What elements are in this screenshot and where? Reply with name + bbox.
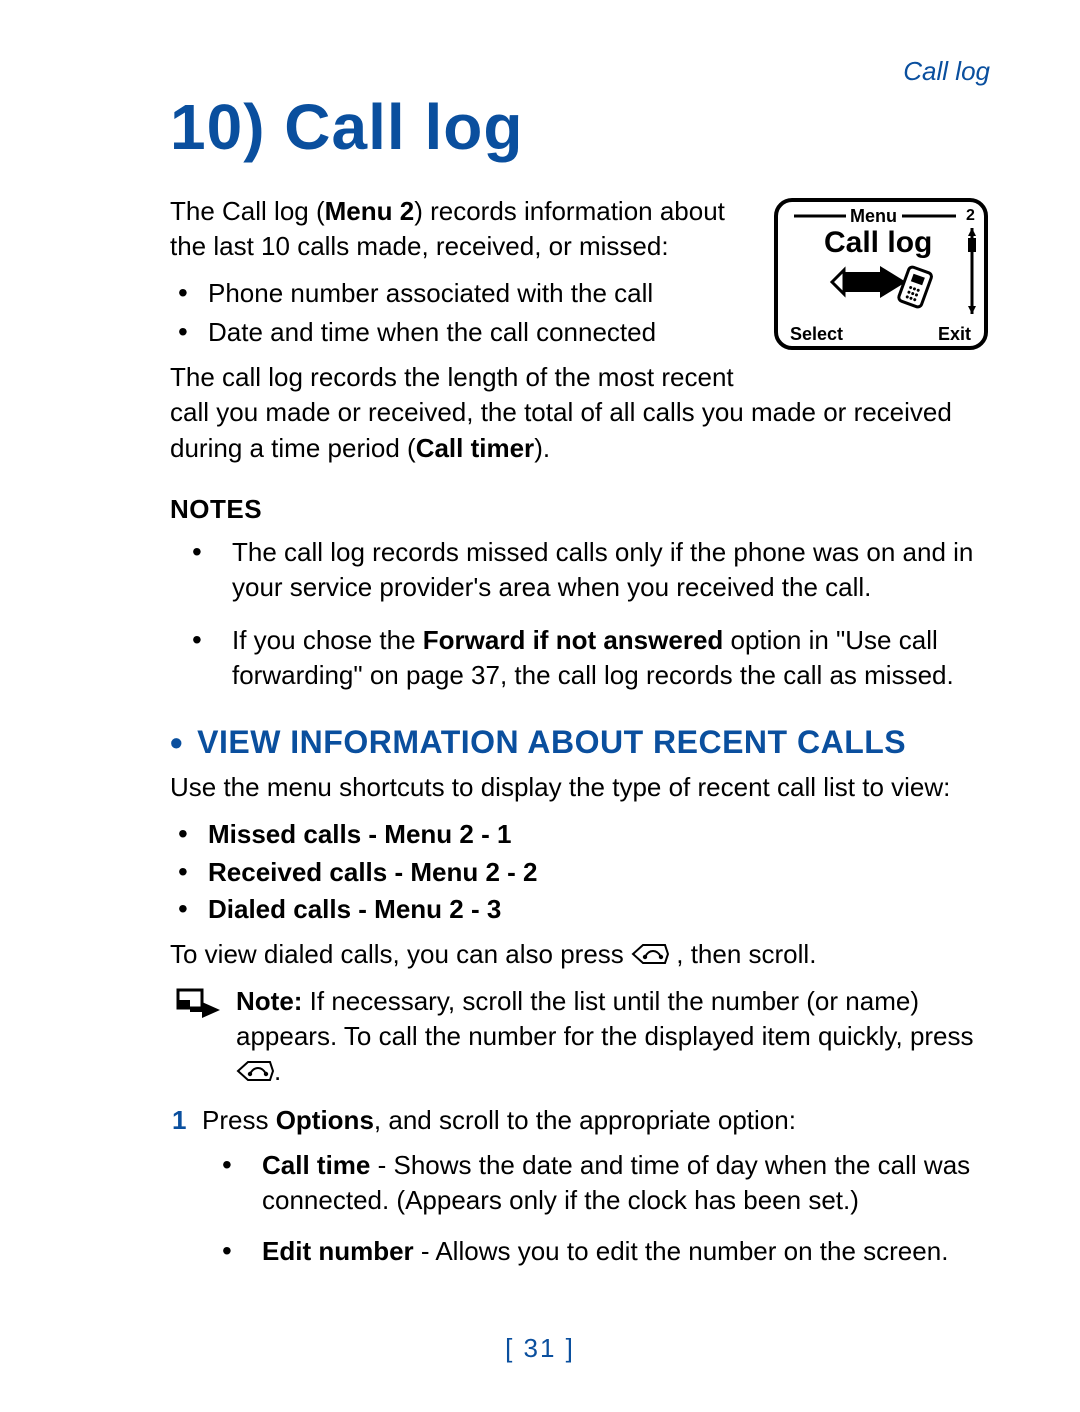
step-text-pre: Press — [202, 1105, 276, 1135]
list-item: Call time - Shows the date and time of d… — [262, 1148, 990, 1218]
chapter-title: 10) Call log — [170, 90, 990, 164]
body-content: Menu 2 Call log — [170, 194, 990, 1269]
after-post: , then scroll. — [676, 939, 816, 969]
option-name: Call time — [262, 1150, 370, 1180]
steps-list: 1 Press Options, and scroll to the appro… — [170, 1103, 990, 1138]
step-text-post: , and scroll to the appropriate option: — [374, 1105, 796, 1135]
bullet-text: Phone number associated with the call — [208, 278, 653, 308]
option-desc: - Allows you to edit the number on the s… — [414, 1236, 949, 1266]
menu-item-text: Missed calls - Menu 2 - 1 — [208, 819, 511, 849]
notes-label: NOTES — [170, 492, 990, 527]
after-menus-paragraph: To view dialed calls, you can also press… — [170, 937, 990, 972]
intro-p2-post: ). — [534, 433, 550, 463]
note-label: Note: — [236, 986, 302, 1016]
notes-list: The call log records missed calls only i… — [170, 535, 990, 693]
after-pre: To view dialed calls, you can also press — [170, 939, 631, 969]
call-key-icon — [236, 1060, 274, 1082]
list-item: If you chose the Forward if not answered… — [232, 623, 990, 693]
section-heading-view-recent-calls: • VIEW INFORMATION ABOUT RECENT CALLS — [170, 721, 990, 764]
bullet-text: Date and time when the call connected — [208, 317, 656, 347]
note-body-pre: If necessary, scroll the list until the … — [236, 986, 974, 1051]
note-arrow-icon — [176, 988, 220, 1089]
step-number: 1 — [172, 1103, 186, 1138]
section-heading-text: VIEW INFORMATION ABOUT RECENT CALLS — [197, 721, 906, 764]
list-item: The call log records missed calls only i… — [232, 535, 990, 605]
menu-item-text: Dialed calls - Menu 2 - 3 — [208, 894, 501, 924]
intro-p2-bold: Call timer — [416, 433, 535, 463]
option-name: Edit number — [262, 1236, 414, 1266]
phone-menu-label: Menu — [850, 206, 897, 226]
section-intro: Use the menu shortcuts to display the ty… — [170, 770, 990, 805]
list-item: Edit number - Allows you to edit the num… — [262, 1234, 990, 1269]
note-body-post: . — [274, 1056, 281, 1086]
intro-paragraph-2: The call log records the length of the m… — [170, 360, 990, 465]
intro-p1-pre: The Call log ( — [170, 196, 325, 226]
note-text: Note: If necessary, scroll the list unti… — [236, 984, 990, 1089]
list-item: Date and time when the call connected — [208, 315, 990, 350]
note-text-pre: If you chose the — [232, 625, 423, 655]
call-key-icon — [631, 943, 669, 965]
note-text: The call log records missed calls only i… — [232, 537, 973, 602]
intro-p1-bold: Menu 2 — [325, 196, 415, 226]
list-item: Dialed calls - Menu 2 - 3 — [208, 892, 990, 927]
menu-item-text: Received calls - Menu 2 - 2 — [208, 857, 537, 887]
running-head: Call log — [903, 56, 990, 87]
list-item: Phone number associated with the call — [208, 276, 990, 311]
menu-shortcut-list: Missed calls - Menu 2 - 1 Received calls… — [170, 817, 990, 926]
list-item: Missed calls - Menu 2 - 1 — [208, 817, 990, 852]
list-item: Received calls - Menu 2 - 2 — [208, 855, 990, 890]
phone-screen-title: Call log — [824, 226, 932, 259]
note-text-bold: Forward if not answered — [423, 625, 731, 655]
bullet-icon: • — [170, 725, 183, 761]
page-number: [ 31 ] — [0, 1333, 1080, 1364]
step-item: 1 Press Options, and scroll to the appro… — [202, 1103, 990, 1138]
document-page: Call log 10) Call log Menu 2 Call log — [0, 0, 1080, 1412]
note-block: Note: If necessary, scroll the list unti… — [170, 984, 990, 1089]
phone-menu-index: 2 — [966, 207, 975, 224]
intro-p2-pre: The call log records the length of the m… — [170, 362, 952, 462]
options-list: Call time - Shows the date and time of d… — [170, 1148, 990, 1269]
step-text-bold: Options — [276, 1105, 374, 1135]
